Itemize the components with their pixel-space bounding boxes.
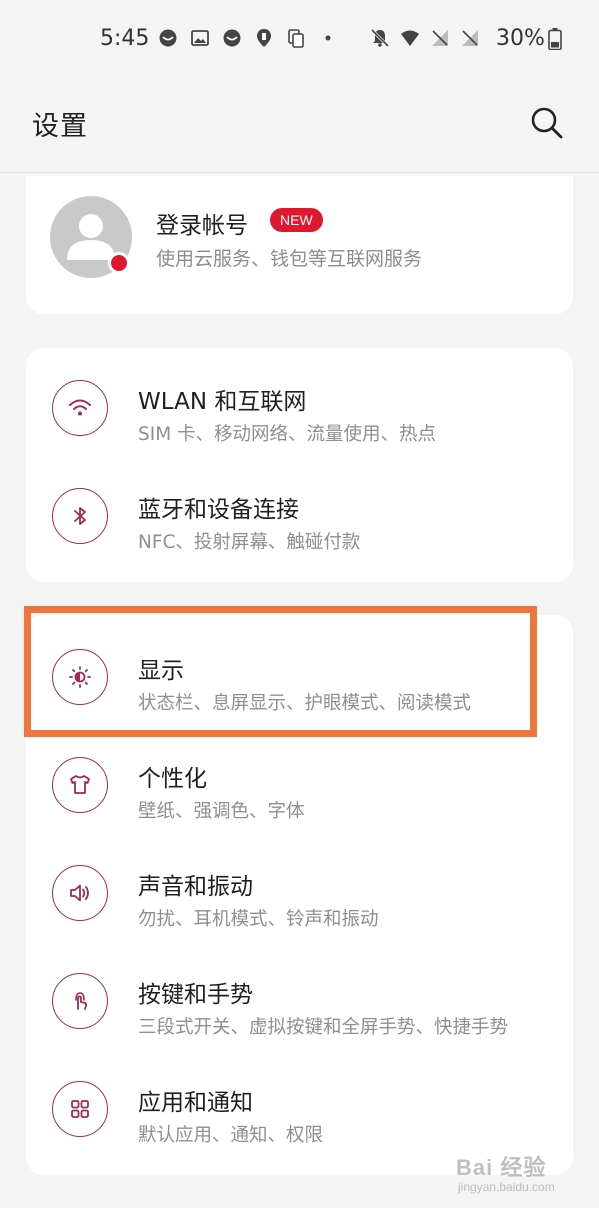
- app-header: 设置: [0, 78, 599, 170]
- speaker-icon: [52, 865, 108, 921]
- location-pin-icon: [254, 28, 274, 48]
- apps-grid-icon: [52, 1081, 108, 1137]
- watermark-url: jingyan.baidu.com: [458, 1180, 555, 1194]
- item-subtitle: 三段式开关、虚拟按键和全屏手势、快捷手势: [138, 1017, 509, 1038]
- wifi-icon: [400, 28, 420, 48]
- item-title: 个性化: [138, 766, 207, 792]
- search-icon: [531, 107, 563, 139]
- no-signal-icon: [460, 28, 480, 48]
- item-subtitle: SIM 卡、移动网络、流量使用、热点: [138, 424, 437, 445]
- item-title: 声音和振动: [138, 874, 253, 900]
- new-badge: NEW: [270, 208, 323, 232]
- image-icon: [190, 28, 210, 48]
- notification-dot-icon: [158, 28, 178, 48]
- no-signal-icon: [430, 28, 450, 48]
- bluetooth-icon: [52, 488, 108, 544]
- status-bar: 5:45 30%: [0, 0, 599, 78]
- settings-item-sound[interactable]: 声音和振动 勿扰、耳机模式、铃声和振动: [26, 839, 573, 947]
- alert-dot: [108, 252, 130, 274]
- watermark-logo: Bai 经验: [456, 1155, 547, 1180]
- battery-level: 30%: [496, 26, 545, 51]
- notification-dot-icon: [222, 28, 242, 48]
- settings-item-buttons-gestures[interactable]: 按键和手势 三段式开关、虚拟按键和全屏手势、快捷手势: [26, 947, 573, 1055]
- network-settings-card: WLAN 和互联网 SIM 卡、移动网络、流量使用、热点 蓝牙和设备连接 NFC…: [26, 348, 573, 582]
- account-card[interactable]: 登录帐号 NEW 使用云服务、钱包等互联网服务: [26, 176, 573, 314]
- settings-item-apps-notifications[interactable]: 应用和通知 默认应用、通知、权限: [26, 1055, 573, 1163]
- wifi-icon: [52, 380, 108, 436]
- highlight-annotation: [24, 606, 537, 737]
- item-subtitle: 壁纸、强调色、字体: [138, 801, 305, 822]
- search-button[interactable]: [528, 104, 566, 142]
- header-divider: [0, 172, 599, 173]
- copy-icon: [286, 28, 306, 48]
- watermark: Bai 经验 jingyan.baidu.com: [456, 1150, 586, 1202]
- account-title: 登录帐号: [156, 213, 248, 239]
- gesture-icon: [52, 973, 108, 1029]
- item-subtitle: 勿扰、耳机模式、铃声和振动: [138, 909, 379, 930]
- page-title: 设置: [32, 111, 88, 142]
- account-subtitle: 使用云服务、钱包等互联网服务: [156, 248, 423, 270]
- item-subtitle: 默认应用、通知、权限: [138, 1125, 324, 1146]
- settings-item-bluetooth[interactable]: 蓝牙和设备连接 NFC、投射屏幕、触碰付款: [26, 462, 573, 570]
- settings-item-wlan[interactable]: WLAN 和互联网 SIM 卡、移动网络、流量使用、热点: [26, 354, 573, 462]
- item-title: 按键和手势: [138, 982, 253, 1008]
- item-title: WLAN 和互联网: [138, 389, 307, 415]
- status-time: 5:45: [100, 26, 150, 51]
- status-icons-left: [158, 28, 338, 48]
- shirt-icon: [52, 757, 108, 813]
- settings-item-personalization[interactable]: 个性化 壁纸、强调色、字体: [26, 731, 573, 839]
- bell-mute-icon: [370, 28, 390, 48]
- battery-icon: [548, 28, 562, 51]
- more-dot-icon: [318, 28, 338, 48]
- item-title: 蓝牙和设备连接: [138, 497, 299, 523]
- item-title: 应用和通知: [138, 1090, 253, 1116]
- status-icons-right: [370, 28, 480, 48]
- item-subtitle: NFC、投射屏幕、触碰付款: [138, 532, 361, 553]
